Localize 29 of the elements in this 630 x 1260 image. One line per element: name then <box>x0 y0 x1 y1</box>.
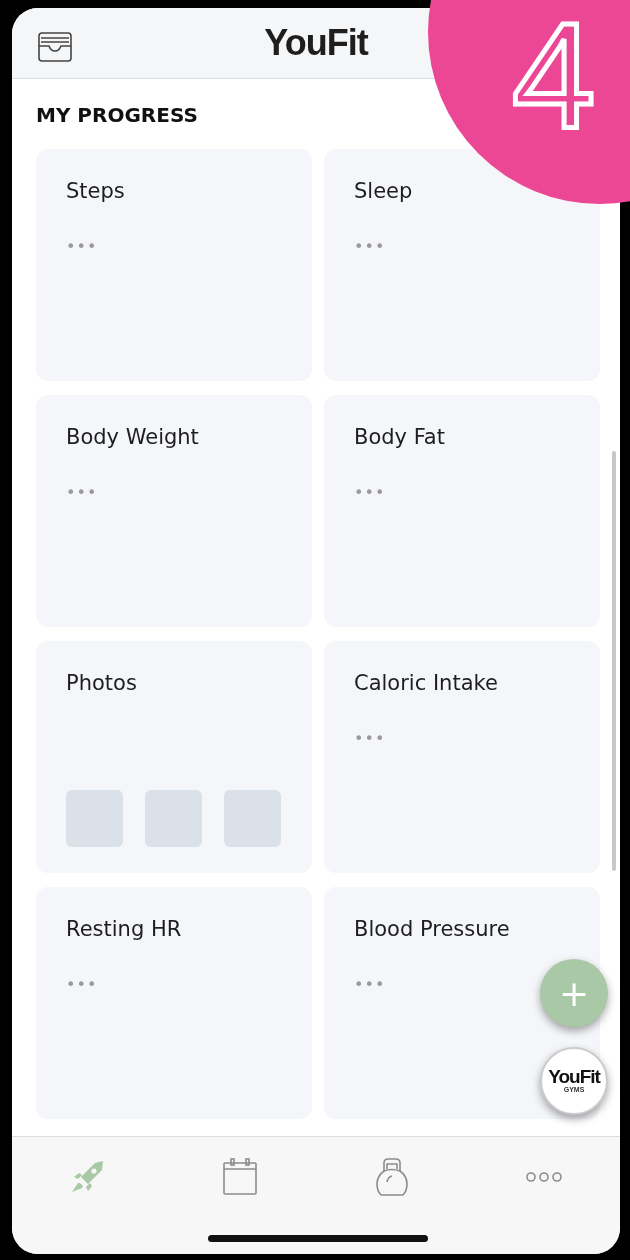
step-number: 4 <box>512 0 596 150</box>
card-title: Sleep <box>354 179 413 203</box>
card-title: Resting HR <box>66 917 182 941</box>
progress-card[interactable]: Body Weight ••• <box>36 395 312 627</box>
section-title: MY PROGRESS <box>36 103 198 127</box>
card-title: Caloric Intake <box>354 671 498 695</box>
progress-card[interactable]: Body Fat ••• <box>324 395 600 627</box>
loading-dots: ••• <box>66 237 98 256</box>
progress-card[interactable]: Sleep ••• <box>324 149 600 381</box>
card-title: Steps <box>66 179 125 203</box>
wallet-icon[interactable] <box>38 32 72 62</box>
progress-card[interactable]: Resting HR ••• <box>36 887 312 1119</box>
progress-card[interactable]: Steps ••• <box>36 149 312 381</box>
tab-button[interactable] <box>220 1157 260 1197</box>
calendar-icon <box>222 1158 258 1196</box>
card-title: Body Weight <box>66 425 199 449</box>
card-title: Body Fat <box>354 425 445 449</box>
loading-dots: ••• <box>66 975 98 994</box>
kettlebell-icon <box>376 1158 408 1196</box>
card-title: Photos <box>66 671 137 695</box>
more-icon <box>525 1171 563 1183</box>
app-logo: YouFit <box>264 22 368 64</box>
loading-dots: ••• <box>354 237 386 256</box>
loading-dots: ••• <box>354 975 386 994</box>
progress-card[interactable]: Caloric Intake ••• <box>324 641 600 873</box>
loading-dots: ••• <box>354 729 386 748</box>
card-title: Blood Pressure <box>354 917 510 941</box>
loading-dots: ••• <box>354 483 386 502</box>
loading-dots: ••• <box>66 483 98 502</box>
